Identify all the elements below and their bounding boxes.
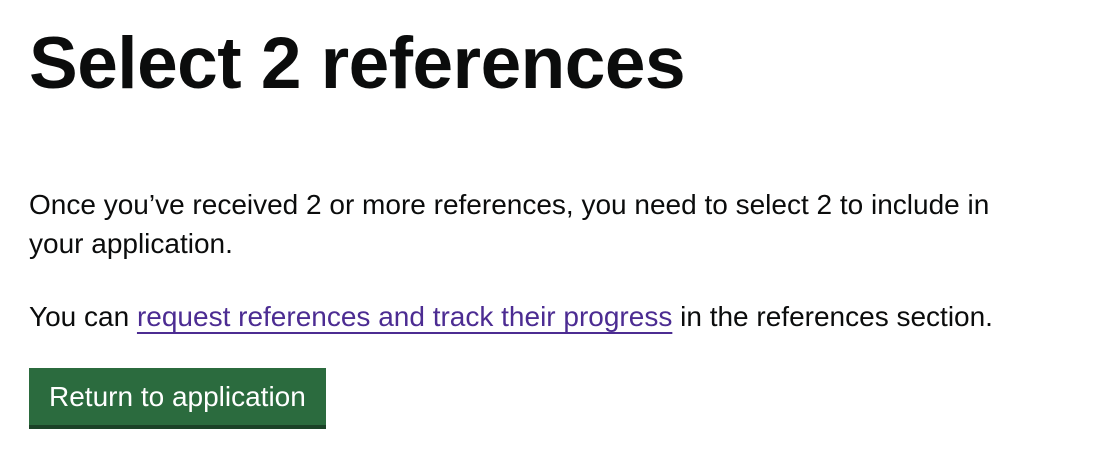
intro-paragraph: Once you’ve received 2 or more reference… <box>29 189 990 259</box>
return-to-application-button[interactable]: Return to application <box>29 368 326 425</box>
request-references-link[interactable]: request references and track their progr… <box>137 301 672 332</box>
references-paragraph-suffix: in the references section. <box>672 301 993 332</box>
main-content: Select 2 references Once you’ve received… <box>29 0 1079 425</box>
references-paragraph: You can request references and track the… <box>29 297 993 336</box>
page-title: Select 2 references <box>29 23 686 104</box>
references-paragraph-prefix: You can <box>29 301 137 332</box>
